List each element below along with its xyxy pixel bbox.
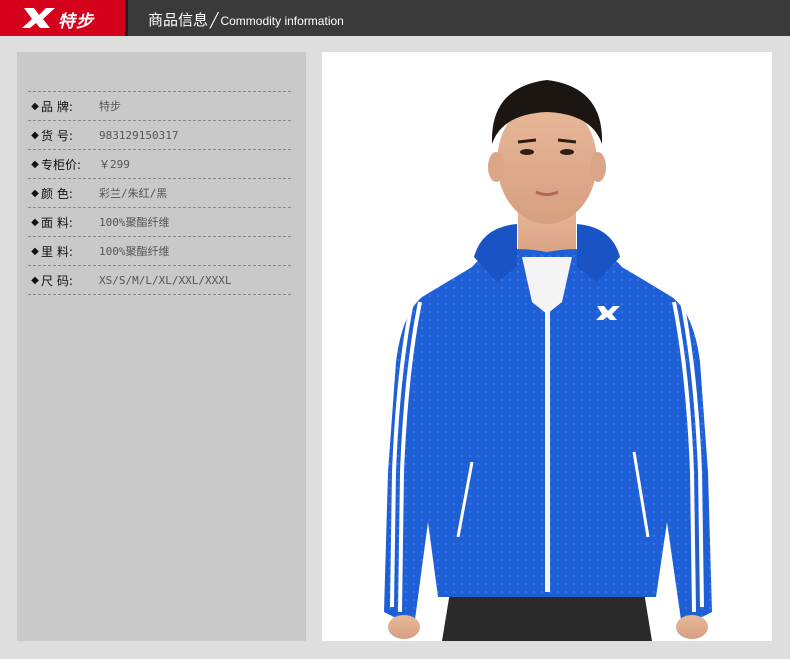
logo-divider <box>125 0 128 36</box>
ear-right <box>590 152 606 182</box>
eye-left <box>520 149 534 155</box>
eyebrow-left <box>517 138 537 144</box>
info-row-color: ◆ 颜 色: 彩兰/朱红/黑 <box>28 179 291 208</box>
ear-left <box>488 152 504 182</box>
xtep-x-icon <box>22 8 55 28</box>
info-label: 里 料: <box>41 244 73 259</box>
bullet-icon: ◆ <box>31 216 39 228</box>
info-label: 颜 色: <box>41 186 73 201</box>
hand-left <box>388 615 420 639</box>
title-separator: ╱ <box>210 13 219 29</box>
info-label: 货 号: <box>41 128 73 143</box>
page-title-cn: 商品信息 <box>148 11 209 29</box>
info-value: 983129150317 <box>99 128 179 142</box>
bullet-icon: ◆ <box>31 100 39 112</box>
info-row-lining: ◆ 里 料: 100%聚酯纤维 <box>28 237 291 266</box>
bullet-icon: ◆ <box>31 274 39 286</box>
info-label: 尺 码: <box>41 273 73 288</box>
info-row-item-number: ◆ 货 号: 983129150317 <box>28 121 291 150</box>
info-value: XS/S/M/L/XL/XXL/XXXL <box>99 273 232 287</box>
model-jacket-illustration <box>384 80 712 641</box>
info-label: 面 料: <box>41 215 73 230</box>
zipper <box>545 307 550 592</box>
bullet-icon: ◆ <box>31 245 39 257</box>
brand-logo[interactable]: 特步 <box>0 0 125 36</box>
product-info-panel: ◆ 品 牌: 特步 ◆ 货 号: 983129150317 ◆ 专柜价: ￥29… <box>17 52 306 641</box>
page-title-en: Commodity information <box>220 14 344 28</box>
info-label: 品 牌: <box>41 99 73 114</box>
pants <box>442 592 652 641</box>
bullet-icon: ◆ <box>31 187 39 199</box>
info-row-fabric: ◆ 面 料: 100%聚酯纤维 <box>28 208 291 237</box>
info-row-size: ◆ 尺 码: XS/S/M/L/XL/XXL/XXXL <box>28 266 291 295</box>
info-row-brand: ◆ 品 牌: 特步 <box>28 92 291 121</box>
info-value: 100%聚酯纤维 <box>99 245 170 258</box>
brand-logo-text: 特步 <box>58 12 94 32</box>
info-row-price: ◆ 专柜价: ￥299 <box>28 150 291 179</box>
bullet-icon: ◆ <box>31 129 39 141</box>
eye-right <box>560 149 574 155</box>
product-photo <box>322 52 772 641</box>
info-value: 特步 <box>99 100 121 113</box>
eyebrow-right <box>557 138 577 144</box>
page-title: 商品信息 ╱ Commodity information <box>148 9 344 30</box>
bullet-icon: ◆ <box>31 158 39 170</box>
info-value: 100%聚酯纤维 <box>99 216 170 229</box>
info-value: ￥299 <box>99 158 130 171</box>
top-header-bar: 特步 商品信息 ╱ Commodity information <box>0 0 790 36</box>
hand-right <box>676 615 708 639</box>
info-label: 专柜价: <box>41 157 82 172</box>
info-value: 彩兰/朱红/黑 <box>99 187 168 200</box>
product-info-list: ◆ 品 牌: 特步 ◆ 货 号: 983129150317 ◆ 专柜价: ￥29… <box>28 91 291 295</box>
